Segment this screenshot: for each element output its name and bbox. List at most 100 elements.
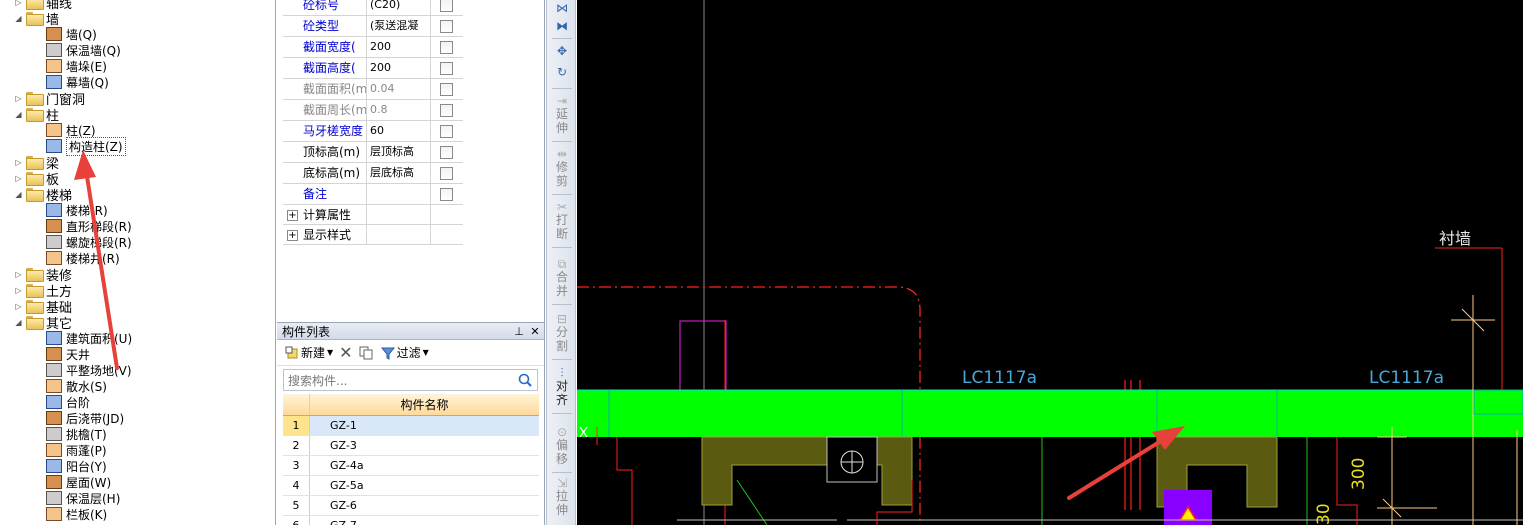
mirror2-button[interactable]: ⧓: [547, 20, 577, 32]
chevron-down-icon: ▼: [422, 348, 429, 357]
close-icon[interactable]: ✕: [528, 325, 542, 338]
empty-cell: [367, 205, 431, 224]
property-row[interactable]: 截面宽度(200: [283, 37, 463, 58]
toolbar-separator: [552, 413, 572, 414]
toolbar-button-char: 分: [555, 325, 568, 339]
table-row[interactable]: 2 GZ-3: [283, 436, 539, 456]
property-value[interactable]: 0.04: [367, 79, 431, 99]
property-checkbox[interactable]: [439, 61, 453, 75]
new-button[interactable]: 新建 ▼: [285, 344, 333, 361]
copy-button[interactable]: [359, 346, 375, 360]
table-row[interactable]: 1 GZ-1: [283, 416, 539, 436]
property-checkbox[interactable]: [439, 82, 453, 96]
property-visible-checkbox-cell: [431, 142, 461, 162]
property-checkbox[interactable]: [439, 103, 453, 117]
filter-button[interactable]: 过滤 ▼: [380, 344, 429, 361]
toolbar-button[interactable]: ⧉合并合并: [547, 258, 577, 298]
property-value[interactable]: 200: [367, 37, 431, 57]
property-visible-checkbox-cell: [431, 79, 461, 99]
property-checkbox[interactable]: [439, 187, 453, 201]
app-root: ▷ 轴线 ◢ 墙墙(Q) 保温墙(Q) 墙垛(E) 幕墙(Q) ▷ 门窗洞 ◢ 柱柱(Z) 构造柱(Z…: [0, 0, 1523, 525]
component-name-cell[interactable]: GZ-7: [310, 516, 539, 525]
pin-icon[interactable]: ⊥: [512, 325, 526, 338]
new-icon: [285, 346, 298, 358]
toolbar-button[interactable]: ⇲拉伸拉伸: [547, 477, 577, 517]
toolbar-button-char: 齐: [555, 393, 568, 407]
split-icon: ⊟: [556, 312, 568, 326]
wall-label: 衬墙: [1439, 229, 1471, 248]
expand-plus-icon[interactable]: +: [287, 230, 298, 241]
property-checkbox[interactable]: [439, 19, 453, 33]
component-name-cell[interactable]: GZ-1: [310, 416, 539, 435]
property-row[interactable]: 底标高(m) 层底标高: [283, 163, 463, 184]
annotation-arrow-tree: [74, 150, 119, 370]
property-name: 截面面积(m: [283, 79, 367, 99]
row-number: 1: [283, 416, 310, 435]
property-value[interactable]: (C20): [367, 0, 431, 15]
property-visible-checkbox-cell: [431, 16, 461, 36]
property-value[interactable]: 层底标高: [367, 163, 431, 183]
properties-panel: 砼标号 (C20) 砼类型 (泵送混凝 截面宽度(200 截面高度(200 截面面积(m 0.…: [277, 0, 821, 322]
property-checkbox[interactable]: [439, 145, 453, 159]
cad-canvas[interactable]: LC1117a LC1117a 衬墙 300 30: [577, 0, 1523, 525]
component-list-header: 构件列表 ⊥ ✕: [277, 323, 544, 340]
property-row[interactable]: 顶标高(m) 层顶标高: [283, 142, 463, 163]
property-visible-checkbox-cell: [431, 184, 461, 204]
dimension-300: 300: [1349, 458, 1369, 490]
component-name-cell[interactable]: GZ-5a: [310, 476, 539, 495]
table-row[interactable]: 4 GZ-5a: [283, 476, 539, 496]
toolbar-separator: [552, 472, 572, 473]
property-value[interactable]: 60: [367, 121, 431, 141]
property-group[interactable]: + 显示样式: [283, 225, 463, 245]
property-value[interactable]: (泵送混凝: [367, 16, 431, 36]
property-name: 顶标高(m): [283, 142, 367, 162]
property-row[interactable]: 备注: [283, 184, 463, 205]
property-row[interactable]: 截面高度(200: [283, 58, 463, 79]
table-row[interactable]: 6GZ-7: [283, 516, 539, 525]
extend-icon: ⇥: [556, 94, 568, 108]
search-icon[interactable]: [517, 372, 533, 388]
expand-plus-icon[interactable]: +: [287, 210, 298, 221]
chevron-down-icon: ▼: [327, 348, 334, 357]
property-row[interactable]: 截面周长(m 0.8: [283, 100, 463, 121]
dimension-30: 30: [1314, 503, 1334, 525]
property-checkbox[interactable]: [439, 124, 453, 138]
trim-icon: ⇹: [556, 147, 568, 161]
component-name-cell[interactable]: GZ-4a: [310, 456, 539, 475]
align-button[interactable]: ⫶对齐对齐: [547, 367, 577, 407]
property-row[interactable]: 马牙槎宽度 60: [283, 121, 463, 142]
component-search-field[interactable]: 搜索构件...: [283, 369, 538, 391]
property-group[interactable]: + 计算属性: [283, 205, 463, 225]
property-checkbox[interactable]: [439, 40, 453, 54]
toolbar-button[interactable]: ⇹修剪修剪: [547, 148, 577, 188]
rotate-button[interactable]: ↻: [547, 66, 577, 78]
column-header-name: 构件名称: [400, 398, 449, 412]
property-checkbox[interactable]: [439, 0, 453, 12]
property-row[interactable]: 砼标号 (C20): [283, 0, 463, 16]
component-list-panel: 构件列表 ⊥ ✕ 新建 ▼ ✕ 过滤 ▼ 搜索构件... 构件名称 1 GZ-1…: [277, 322, 545, 525]
toolbar-button[interactable]: ⊟分割分割: [547, 313, 577, 353]
property-visible-checkbox-cell: [431, 37, 461, 57]
move-button[interactable]: ✥: [547, 45, 577, 57]
toolbar-button[interactable]: ⊙偏移偏移: [547, 426, 577, 466]
toolbar-button-char: 延: [555, 107, 568, 121]
toolbar-button[interactable]: ⇥延伸延伸: [547, 95, 577, 135]
property-value[interactable]: 200: [367, 58, 431, 78]
table-row[interactable]: 5 GZ-6: [283, 496, 539, 516]
delete-button[interactable]: ✕: [339, 343, 352, 362]
table-row[interactable]: 3 GZ-4a: [283, 456, 539, 476]
property-checkbox[interactable]: [439, 166, 453, 180]
window-label-right: LC1117a: [1369, 368, 1444, 388]
property-row[interactable]: 砼类型 (泵送混凝: [283, 16, 463, 37]
component-name-cell[interactable]: GZ-3: [310, 436, 539, 455]
property-value[interactable]: 0.8: [367, 100, 431, 120]
toolbar-button[interactable]: ✂打断打断: [547, 201, 577, 241]
mirror-button[interactable]: ⋈: [547, 2, 577, 14]
toolbar-separator: [552, 247, 572, 248]
property-value[interactable]: 层顶标高: [367, 142, 431, 162]
property-row[interactable]: 截面面积(m 0.04: [283, 79, 463, 100]
break-icon: ✂: [556, 200, 568, 214]
property-name: 截面高度(: [283, 58, 367, 78]
component-name-cell[interactable]: GZ-6: [310, 496, 539, 515]
property-value[interactable]: [367, 184, 431, 204]
